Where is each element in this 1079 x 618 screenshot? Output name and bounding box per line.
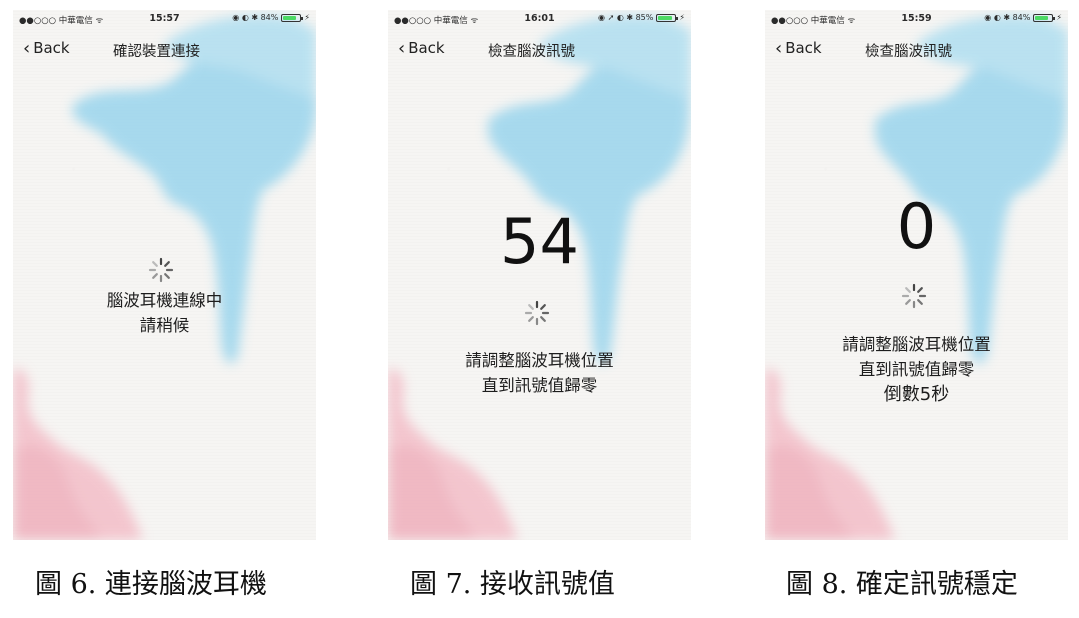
status-bar: ●●○○○ 中華電信 ᯤ 16:01 ◉ ➚ ◐ ✱ 85% ⚡ bbox=[388, 10, 691, 30]
chevron-left-icon: ‹ bbox=[775, 37, 783, 59]
signal-value: 0 bbox=[896, 190, 937, 263]
phone-screen-2: ●●○○○ 中華電信 ᯤ 16:01 ◉ ➚ ◐ ✱ 85% ⚡ ‹ Back … bbox=[388, 10, 691, 540]
back-button[interactable]: ‹ Back bbox=[23, 39, 70, 57]
nav-title: 確認裝置連接 bbox=[113, 44, 200, 60]
status-message: 請調整腦波耳機位置 直到訊號值歸零 倒數5秒 bbox=[765, 332, 1068, 407]
message-line: 直到訊號值歸零 bbox=[858, 360, 975, 379]
back-label: Back bbox=[408, 39, 445, 57]
status-icons: ◉ ◐ ✱ 84% bbox=[984, 13, 1031, 22]
figure-caption-6: 圖 6. 連接腦波耳機 bbox=[35, 569, 267, 600]
chevron-left-icon: ‹ bbox=[23, 37, 31, 59]
status-message: 請調整腦波耳機位置 直到訊號值歸零 bbox=[388, 348, 691, 398]
message-line: 請調整腦波耳機位置 bbox=[842, 335, 991, 354]
back-button[interactable]: ‹ Back bbox=[398, 39, 445, 57]
phone-screen-1: ●●○○○ 中華電信 ᯤ 15:57 ◉ ◐ ✱ 84% ⚡ ‹ Back 確認… bbox=[13, 10, 316, 540]
charging-icon: ⚡ bbox=[304, 13, 310, 22]
figure-caption-7: 圖 7. 接收訊號值 bbox=[410, 569, 615, 600]
message-line: 請稍候 bbox=[139, 316, 190, 335]
status-icons: ◉ ➚ ◐ ✱ 85% bbox=[598, 13, 654, 22]
nav-bar: ‹ Back 確認裝置連接 bbox=[13, 36, 316, 60]
battery-icon bbox=[281, 13, 304, 22]
charging-icon: ⚡ bbox=[679, 13, 685, 22]
nav-title: 檢查腦波訊號 bbox=[865, 44, 952, 60]
loading-spinner-icon bbox=[901, 283, 927, 309]
battery-icon bbox=[1033, 13, 1056, 22]
back-label: Back bbox=[33, 39, 70, 57]
status-right: ◉ ◐ ✱ 84% ⚡ bbox=[984, 13, 1062, 22]
loading-spinner-icon bbox=[524, 300, 550, 326]
status-icons: ◉ ◐ ✱ 84% bbox=[232, 13, 279, 22]
back-label: Back bbox=[785, 39, 822, 57]
message-line: 腦波耳機連線中 bbox=[106, 291, 223, 310]
countdown-line: 倒數5秒 bbox=[883, 384, 950, 405]
watercolor-background bbox=[765, 15, 1068, 540]
phone-screen-3: ●●○○○ 中華電信 ᯤ 15:59 ◉ ◐ ✱ 84% ⚡ ‹ Back 檢查… bbox=[765, 10, 1068, 540]
status-right: ◉ ◐ ✱ 84% ⚡ bbox=[232, 13, 310, 22]
status-bar: ●●○○○ 中華電信 ᯤ 15:57 ◉ ◐ ✱ 84% ⚡ bbox=[13, 10, 316, 30]
battery-icon bbox=[656, 13, 679, 22]
back-button[interactable]: ‹ Back bbox=[775, 39, 822, 57]
loading-spinner-icon bbox=[148, 257, 174, 283]
message-line: 請調整腦波耳機位置 bbox=[465, 351, 614, 370]
chevron-left-icon: ‹ bbox=[398, 37, 406, 59]
signal-value: 54 bbox=[500, 205, 579, 278]
status-right: ◉ ➚ ◐ ✱ 85% ⚡ bbox=[598, 13, 685, 22]
status-bar: ●●○○○ 中華電信 ᯤ 15:59 ◉ ◐ ✱ 84% ⚡ bbox=[765, 10, 1068, 30]
nav-bar: ‹ Back 檢查腦波訊號 bbox=[765, 36, 1068, 60]
nav-title: 檢查腦波訊號 bbox=[488, 44, 575, 60]
message-line: 直到訊號值歸零 bbox=[481, 376, 598, 395]
nav-bar: ‹ Back 檢查腦波訊號 bbox=[388, 36, 691, 60]
charging-icon: ⚡ bbox=[1056, 13, 1062, 22]
figure-caption-8: 圖 8. 確定訊號穩定 bbox=[786, 569, 1018, 600]
status-message: 腦波耳機連線中 請稍候 bbox=[13, 288, 316, 338]
